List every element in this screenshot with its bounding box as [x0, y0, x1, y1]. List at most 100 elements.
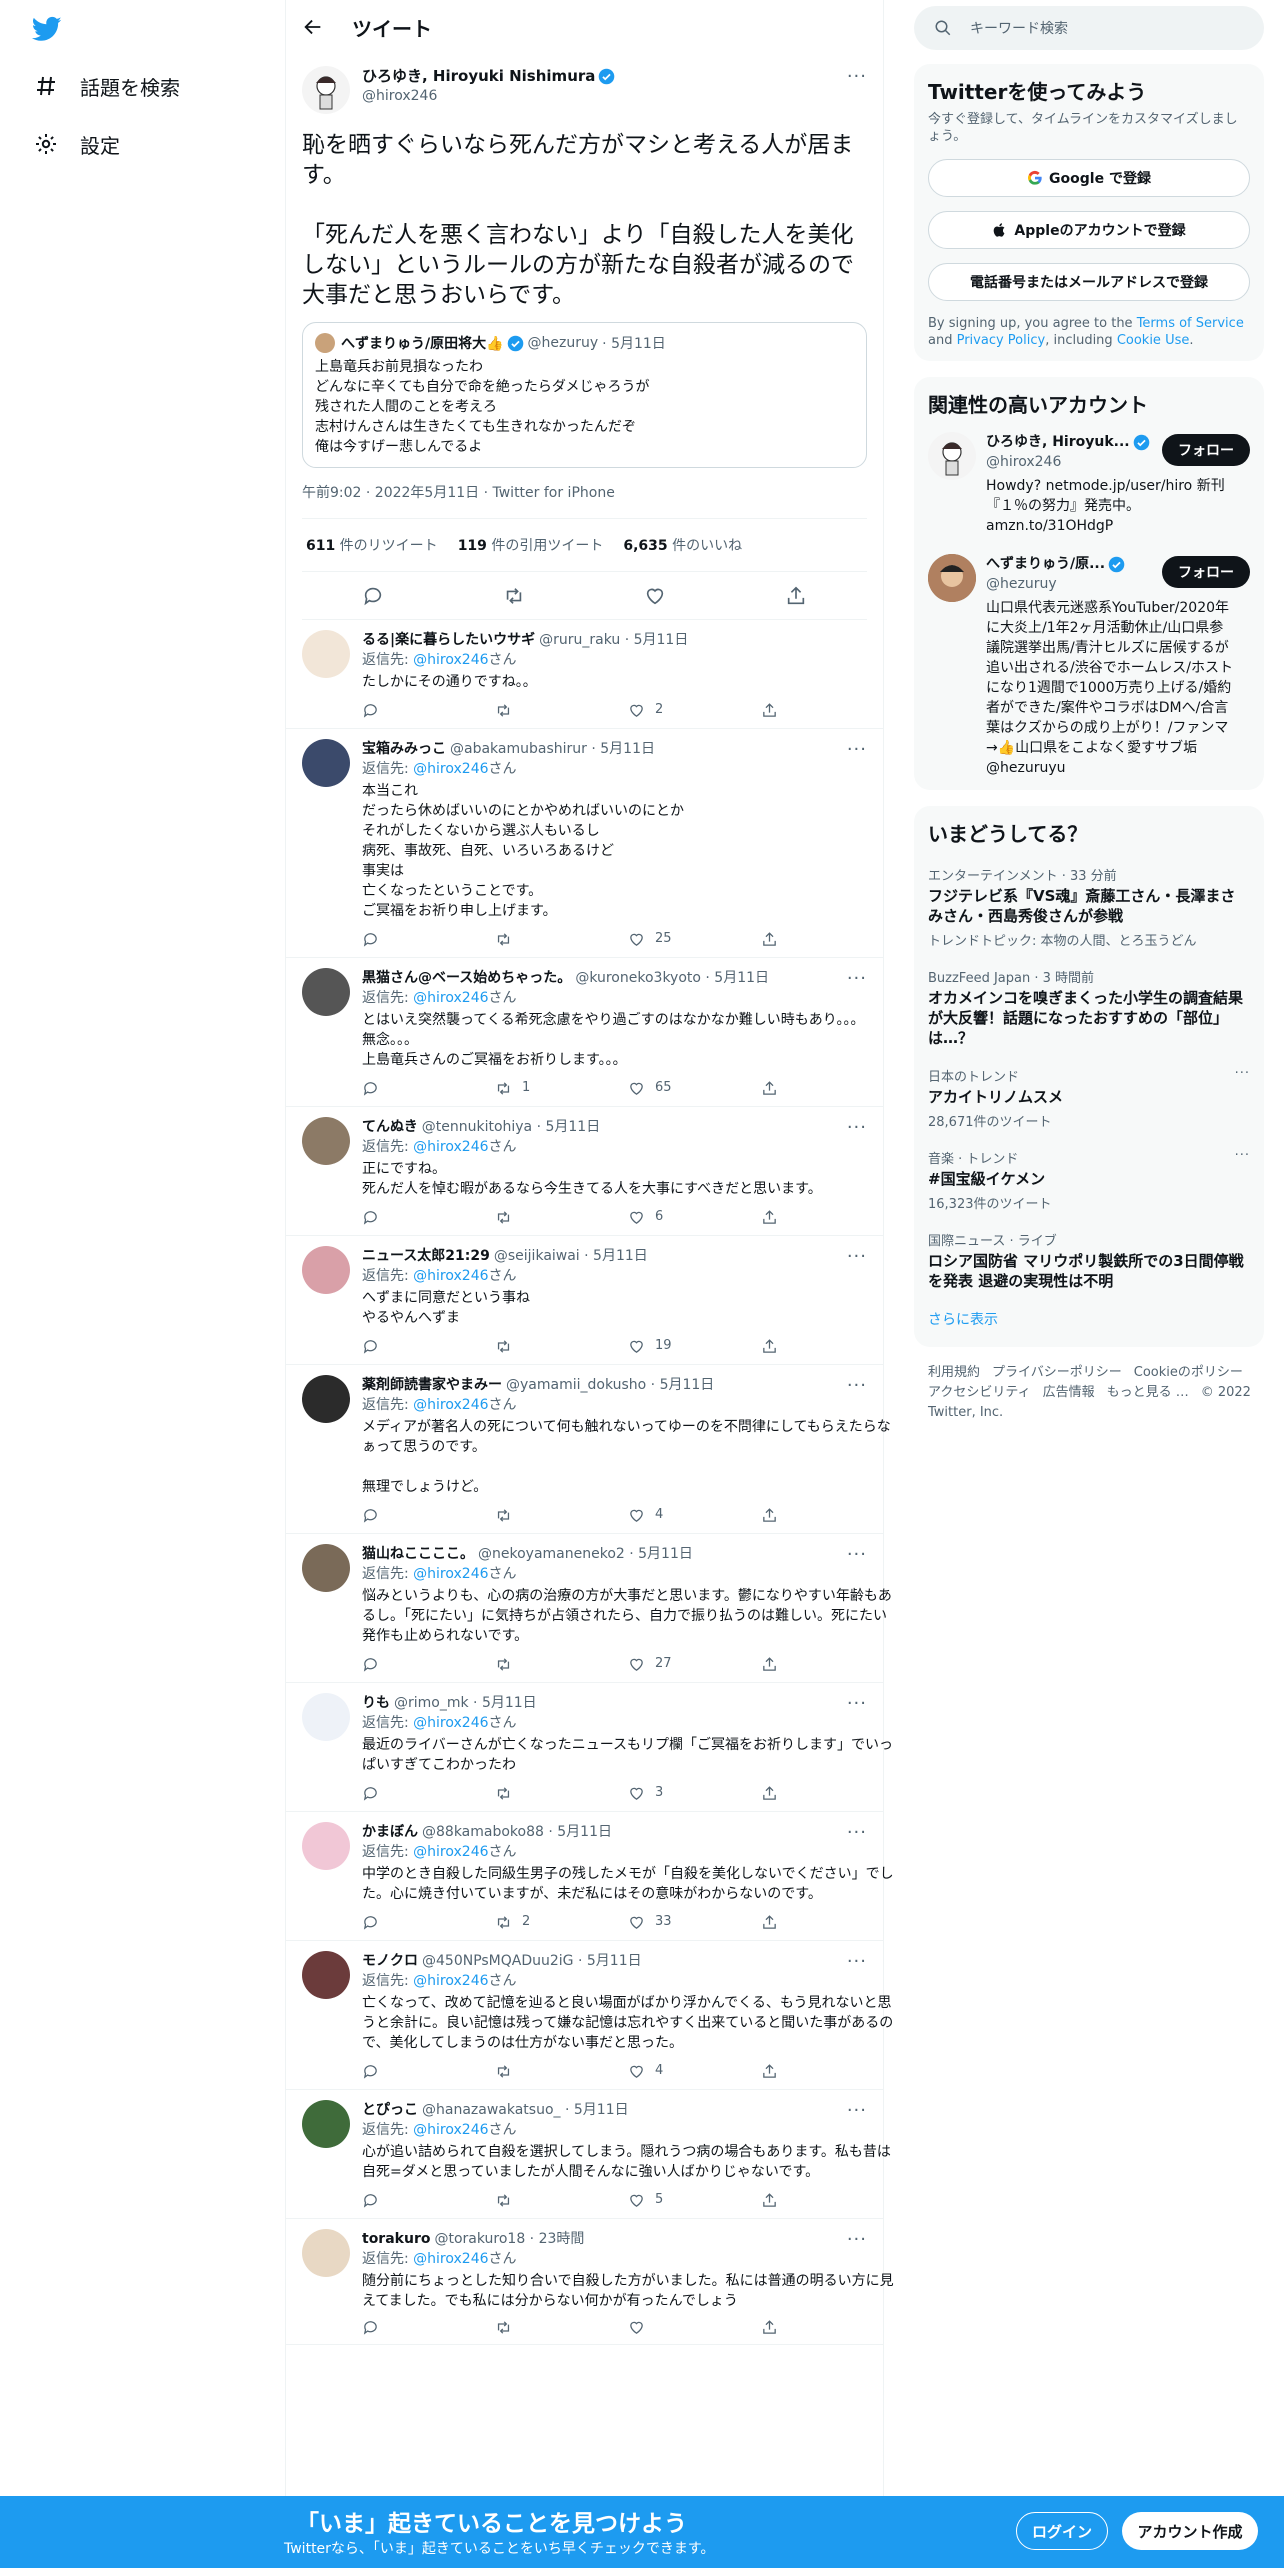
reply-author-handle[interactable]: @abakamubashirur · 5月11日 — [450, 739, 655, 759]
retweet-action[interactable] — [495, 2061, 628, 2081]
trend-item[interactable]: 日本のトレンド アカイトリノムスメ 28,671件のツイート ··· — [928, 1066, 1250, 1130]
reply-author-name[interactable]: りも — [362, 1693, 390, 1713]
reply-author-name[interactable]: ニュース太郎21:29 — [362, 1246, 490, 1266]
reply-action[interactable] — [362, 929, 495, 949]
avatar[interactable] — [302, 1822, 350, 1870]
share-action[interactable] — [761, 700, 894, 720]
reply-action[interactable] — [362, 1505, 495, 1525]
more-options-icon[interactable]: ··· — [847, 1375, 867, 1396]
like-action[interactable]: 4 — [628, 1505, 761, 1525]
search-box[interactable]: キーワード検索 — [914, 6, 1264, 50]
reply-author-name[interactable]: てんぬき — [362, 1117, 418, 1137]
footer-link[interactable]: プライバシーポリシー — [992, 1365, 1122, 1380]
reply-action[interactable] — [362, 1207, 495, 1227]
more-options-icon[interactable]: ··· — [847, 1951, 867, 1972]
related-account[interactable]: へずまりゅう/原... @hezuruy 山口県代表元迷惑系YouTuber/2… — [928, 554, 1250, 778]
share-action[interactable] — [761, 2190, 894, 2210]
reply-author-name[interactable]: 薬剤師読書家やまみー — [362, 1375, 502, 1395]
more-options-icon[interactable]: ··· — [847, 66, 867, 87]
replying-to-link[interactable]: @hirox246 — [413, 990, 488, 1006]
retweet-action[interactable] — [495, 700, 628, 720]
more-options-icon[interactable]: ··· — [847, 1117, 867, 1138]
reply-tweet[interactable]: 猫山ねここここ。 @nekoyamaneneko2 · 5月11日 返信先: @hi… — [286, 1534, 892, 1683]
share-action[interactable] — [761, 2319, 894, 2336]
cookie-link[interactable]: Cookie Use — [1117, 333, 1190, 348]
apple-signup-button[interactable]: Appleのアカウントで登録 — [928, 211, 1250, 249]
retweet-icon[interactable] — [503, 585, 525, 607]
avatar[interactable] — [302, 2229, 350, 2277]
avatar[interactable] — [302, 1375, 350, 1423]
replying-to-link[interactable]: @hirox246 — [413, 1397, 488, 1413]
retweet-action[interactable] — [495, 1783, 628, 1803]
share-action[interactable] — [761, 2061, 894, 2081]
author-handle[interactable]: @hirox246 — [362, 86, 615, 106]
signup-button[interactable]: アカウント作成 — [1122, 2512, 1258, 2550]
likes-stat[interactable]: 6,635 件のいいね — [623, 535, 742, 555]
share-action[interactable] — [761, 1912, 894, 1932]
related-account[interactable]: ひろゆき, Hiroyuk... @hirox246 Howdy? netmod… — [928, 432, 1250, 536]
more-options-icon[interactable]: ··· — [1235, 1148, 1250, 1163]
like-action[interactable]: 4 — [628, 2061, 761, 2081]
reply-author-handle[interactable]: @rimo_mk · 5月11日 — [394, 1693, 537, 1713]
retweet-action[interactable]: 2 — [495, 1912, 628, 1932]
twitter-logo-icon[interactable] — [30, 14, 66, 44]
search-input[interactable]: キーワード検索 — [970, 18, 1068, 38]
avatar[interactable] — [302, 1544, 350, 1592]
more-options-icon[interactable]: ··· — [847, 968, 867, 989]
like-action[interactable]: 65 — [628, 1078, 761, 1098]
replying-to-link[interactable]: @hirox246 — [413, 1139, 488, 1155]
retweet-action[interactable] — [495, 929, 628, 949]
avatar[interactable] — [302, 2100, 350, 2148]
like-action[interactable] — [628, 2319, 761, 2336]
trend-item[interactable]: BuzzFeed Japan · 3 時間前 オカメインコを嗅ぎまくった小学生の調… — [928, 967, 1250, 1048]
more-options-icon[interactable]: ··· — [847, 1246, 867, 1267]
retweets-stat[interactable]: 611 件のリツイート — [306, 535, 438, 555]
replying-to-link[interactable]: @hirox246 — [413, 1844, 488, 1860]
tweet-meta[interactable]: 午前9:02 · 2022年5月11日 · Twitter for iPhone — [302, 482, 867, 519]
trend-item[interactable]: 音楽 · トレンド #国宝級イケメン 16,323件のツイート ··· — [928, 1148, 1250, 1212]
more-options-icon[interactable]: ··· — [847, 1544, 867, 1565]
avatar[interactable] — [302, 1246, 350, 1294]
reply-author-handle[interactable]: @hanazawakatsuo_ · 5月11日 — [422, 2100, 629, 2120]
reply-author-name[interactable]: 黒猫さん@ベース始めちゃった。 — [362, 968, 571, 988]
like-action[interactable]: 19 — [628, 1336, 761, 1356]
reply-author-name[interactable]: とぴっこ — [362, 2100, 418, 2120]
footer-link[interactable]: 利用規約 — [928, 1365, 980, 1380]
share-action[interactable] — [761, 1336, 894, 1356]
like-action[interactable]: 25 — [628, 929, 761, 949]
avatar[interactable] — [302, 66, 350, 114]
like-icon[interactable] — [644, 585, 666, 607]
reply-author-handle[interactable]: @nekoyamaneneko2 · 5月11日 — [478, 1544, 693, 1564]
footer-link[interactable]: 広告情報 — [1043, 1385, 1095, 1400]
reply-tweet[interactable]: ニュース太郎21:29 @seijikaiwai · 5月11日 返信先: @hir… — [286, 1236, 883, 1365]
replying-to-link[interactable]: @hirox246 — [413, 1715, 488, 1731]
avatar[interactable] — [302, 968, 350, 1016]
reply-author-handle[interactable]: @yamamii_dokusho · 5月11日 — [506, 1375, 714, 1395]
share-action[interactable] — [761, 929, 894, 949]
reply-action[interactable] — [362, 700, 495, 720]
replying-to-link[interactable]: @hirox246 — [413, 1566, 488, 1582]
reply-author-handle[interactable]: @tennukitohiya · 5月11日 — [422, 1117, 600, 1137]
nav-explore[interactable]: 話題を検索 — [34, 66, 180, 106]
retweet-action[interactable] — [495, 1654, 628, 1674]
phone-email-signup-button[interactable]: 電話番号またはメールアドレスで登録 — [928, 263, 1250, 301]
avatar[interactable] — [302, 1951, 350, 1999]
reply-action[interactable] — [362, 1654, 495, 1674]
like-action[interactable]: 27 — [628, 1654, 761, 1674]
replying-to-link[interactable]: @hirox246 — [413, 652, 488, 668]
replying-to-link[interactable]: @hirox246 — [413, 1268, 488, 1284]
reply-tweet[interactable]: かまぼん @88kamaboko88 · 5月11日 返信先: @hirox246さ… — [286, 1812, 894, 1941]
trend-item[interactable]: 国際ニュース · ライブ ロシア国防省 マリウポリ製鉄所での3日間停戦を発表 退避… — [928, 1230, 1250, 1291]
reply-author-handle[interactable]: @seijikaiwai · 5月11日 — [494, 1246, 648, 1266]
author-name[interactable]: ひろゆき, Hiroyuki Nishimura — [362, 66, 595, 86]
reply-author-handle[interactable]: @88kamaboko88 · 5月11日 — [422, 1822, 612, 1842]
avatar[interactable] — [302, 1693, 350, 1741]
retweet-action[interactable]: 1 — [495, 1078, 628, 1098]
reply-tweet[interactable]: りも @rimo_mk · 5月11日 返信先: @hirox246さん 最近のライバ… — [286, 1683, 893, 1812]
trends-show-more[interactable]: さらに表示 — [928, 1309, 1250, 1329]
trend-item[interactable]: エンターテインメント · 33 分前 フジテレビ系『VS魂』斎藤工さん・長澤まさみ… — [928, 865, 1250, 949]
reply-tweet[interactable]: 宝箱みみっこ @abakamubashirur · 5月11日 返信先: @hiro… — [286, 729, 883, 958]
reply-action[interactable] — [362, 2319, 495, 2336]
reply-tweet[interactable]: 薬剤師読書家やまみー @yamamii_dokusho · 5月11日 返信先: @… — [286, 1365, 891, 1534]
share-action[interactable] — [761, 1207, 894, 1227]
